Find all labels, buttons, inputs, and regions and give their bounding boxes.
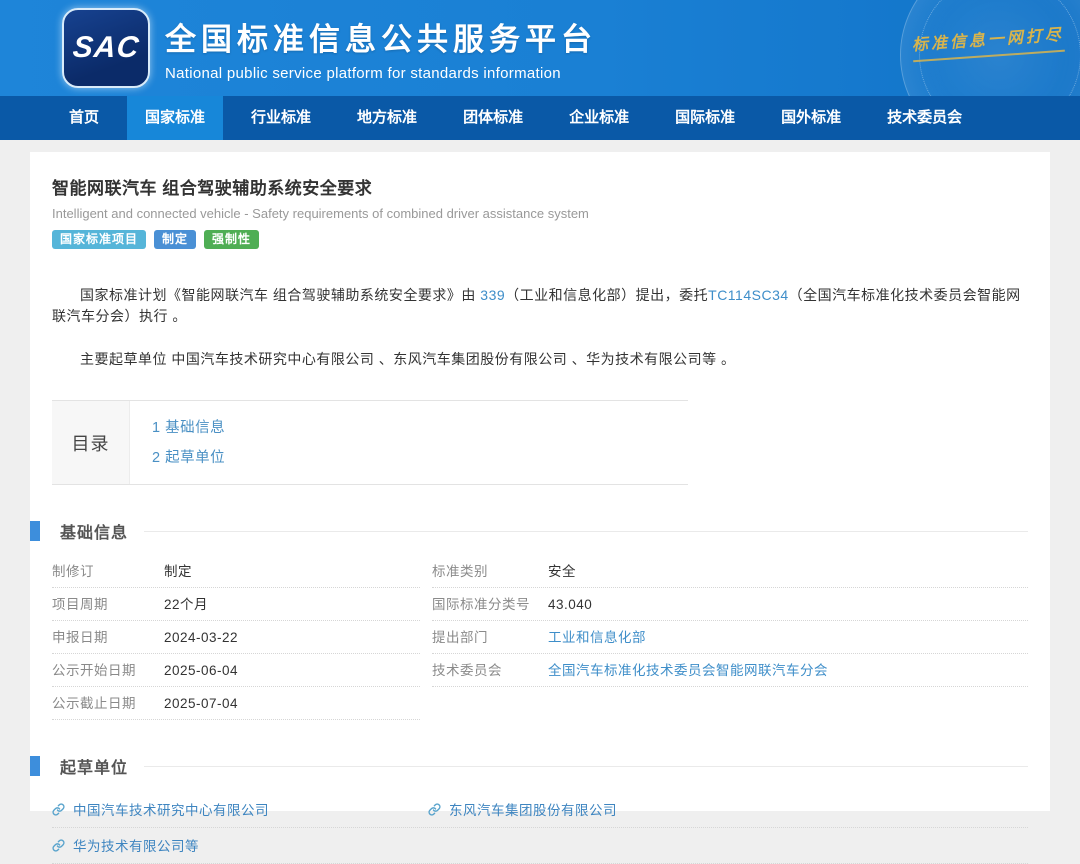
- link-technical-committee[interactable]: 全国汽车标准化技术委员会智能网联汽车分会: [548, 659, 828, 679]
- basic-info-table: 制修订 制定 项目周期 22个月 申报日期 2024-03-22 公示开始日期 …: [52, 555, 1028, 720]
- info-label: 标准类别: [432, 560, 548, 580]
- intro-text-1: 国家标准计划《智能网联汽车 组合驾驶辅助系统安全要求》由: [80, 287, 480, 303]
- section-accent-bar: [30, 521, 40, 541]
- badge-formulate: 制定: [154, 230, 196, 249]
- info-value: 2025-07-04: [164, 696, 238, 711]
- info-label: 项目周期: [52, 593, 164, 613]
- nav-item-technical-committees[interactable]: 技术委员会: [869, 96, 980, 140]
- table-row: 技术委员会 全国汽车标准化技术委员会智能网联汽车分会: [432, 654, 1028, 687]
- link-proposing-department[interactable]: 工业和信息化部: [548, 626, 646, 646]
- badge-row: 国家标准项目 制定 强制性: [52, 230, 1028, 249]
- section-heading-drafting-units: 起草单位: [30, 754, 1028, 778]
- main-nav: 首页 国家标准 行业标准 地方标准 团体标准 企业标准 国际标准 国外标准 技术…: [0, 96, 1080, 140]
- page-title: 智能网联汽车 组合驾驶辅助系统安全要求: [52, 174, 1028, 199]
- site-subtitle: National public service platform for sta…: [165, 65, 597, 82]
- info-label: 国际标准分类号: [432, 593, 548, 613]
- nav-item-home[interactable]: 首页: [51, 96, 117, 140]
- drafting-unit-link-catarc[interactable]: 中国汽车技术研究中心有限公司: [73, 799, 269, 819]
- link-icon: [428, 803, 441, 816]
- section-title-basic-info: 基础信息: [60, 519, 128, 543]
- brand-block: 全国标准信息公共服务平台 National public service pla…: [165, 14, 597, 82]
- page-subtitle-en: Intelligent and connected vehicle - Safe…: [52, 206, 1028, 221]
- section-rule: [144, 531, 1028, 532]
- info-value: 22个月: [164, 593, 208, 613]
- section-title-drafting-units: 起草单位: [60, 754, 128, 778]
- nav-item-international-standards[interactable]: 国际标准: [657, 96, 753, 140]
- toc-link-basic-info[interactable]: 1 基础信息: [152, 416, 225, 437]
- link-tc114sc34[interactable]: TC114SC34: [708, 287, 789, 303]
- intro-paragraph: 国家标准计划《智能网联汽车 组合驾驶辅助系统安全要求》由 339（工业和信息化部…: [52, 285, 1028, 327]
- basic-info-right-column: 标准类别 安全 国际标准分类号 43.040 提出部门 工业和信息化部 技术委员…: [432, 555, 1028, 720]
- info-value: 43.040: [548, 597, 592, 612]
- sac-logo[interactable]: SAC: [62, 8, 150, 88]
- list-item: 东风汽车集团股份有限公司: [428, 799, 804, 819]
- content-card: 智能网联汽车 组合驾驶辅助系统安全要求 Intelligent and conn…: [30, 152, 1050, 811]
- link-icon: [52, 839, 65, 852]
- table-row: 提出部门 工业和信息化部: [432, 621, 1028, 654]
- toc-links: 1 基础信息 2 起草单位: [130, 401, 225, 484]
- nav-item-foreign-standards[interactable]: 国外标准: [763, 96, 859, 140]
- drafting-units-list: 中国汽车技术研究中心有限公司 东风汽车集团股份有限公司 华为技术有限公司等: [52, 792, 1028, 864]
- section-accent-bar: [30, 756, 40, 776]
- nav-item-local-standards[interactable]: 地方标准: [339, 96, 435, 140]
- drafters-paragraph: 主要起草单位 中国汽车技术研究中心有限公司 、东风汽车集团股份有限公司 、华为技…: [52, 349, 1028, 370]
- site-header: SAC 全国标准信息公共服务平台 National public service…: [0, 0, 1080, 96]
- link-icon: [52, 803, 65, 816]
- table-row: 国际标准分类号 43.040: [432, 588, 1028, 621]
- info-label: 制修订: [52, 560, 164, 580]
- info-label: 技术委员会: [432, 659, 548, 679]
- link-department-code-339[interactable]: 339: [480, 287, 505, 303]
- toc: 目录 1 基础信息 2 起草单位: [52, 400, 688, 485]
- section-heading-basic-info: 基础信息: [30, 519, 1028, 543]
- drafting-unit-link-dongfeng[interactable]: 东风汽车集团股份有限公司: [449, 799, 617, 819]
- drafting-unit-link-huawei[interactable]: 华为技术有限公司等: [73, 835, 199, 855]
- nav-item-industry-standards[interactable]: 行业标准: [233, 96, 329, 140]
- list-row: 华为技术有限公司等: [52, 828, 1028, 864]
- info-label: 提出部门: [432, 626, 548, 646]
- nav-item-national-standards[interactable]: 国家标准: [127, 96, 223, 140]
- info-label: 公示截止日期: [52, 692, 164, 712]
- badge-national-standard-project: 国家标准项目: [52, 230, 146, 249]
- table-row: 公示截止日期 2025-07-04: [52, 687, 420, 720]
- info-value: 安全: [548, 560, 576, 580]
- basic-info-left-column: 制修订 制定 项目周期 22个月 申报日期 2024-03-22 公示开始日期 …: [52, 555, 420, 720]
- list-item: 华为技术有限公司等: [52, 835, 428, 855]
- table-row: 项目周期 22个月: [52, 588, 420, 621]
- info-label: 公示开始日期: [52, 659, 164, 679]
- nav-item-enterprise-standards[interactable]: 企业标准: [551, 96, 647, 140]
- info-value: 2024-03-22: [164, 630, 238, 645]
- intro-text-2: （工业和信息化部）提出，委托: [505, 287, 708, 303]
- section-rule: [144, 766, 1028, 767]
- info-label: 申报日期: [52, 626, 164, 646]
- table-row: 公示开始日期 2025-06-04: [52, 654, 420, 687]
- table-row: 制修订 制定: [52, 555, 420, 588]
- table-row: 标准类别 安全: [432, 555, 1028, 588]
- toc-label: 目录: [52, 401, 130, 484]
- nav-item-group-standards[interactable]: 团体标准: [445, 96, 541, 140]
- site-title: 全国标准信息公共服务平台: [165, 14, 597, 59]
- sac-logo-text: SAC: [71, 31, 141, 65]
- table-row: 申报日期 2024-03-22: [52, 621, 420, 654]
- badge-mandatory: 强制性: [204, 230, 259, 249]
- info-value: 制定: [164, 560, 192, 580]
- toc-link-drafting-units[interactable]: 2 起草单位: [152, 446, 225, 467]
- info-value: 2025-06-04: [164, 663, 238, 678]
- list-item: 中国汽车技术研究中心有限公司: [52, 799, 428, 819]
